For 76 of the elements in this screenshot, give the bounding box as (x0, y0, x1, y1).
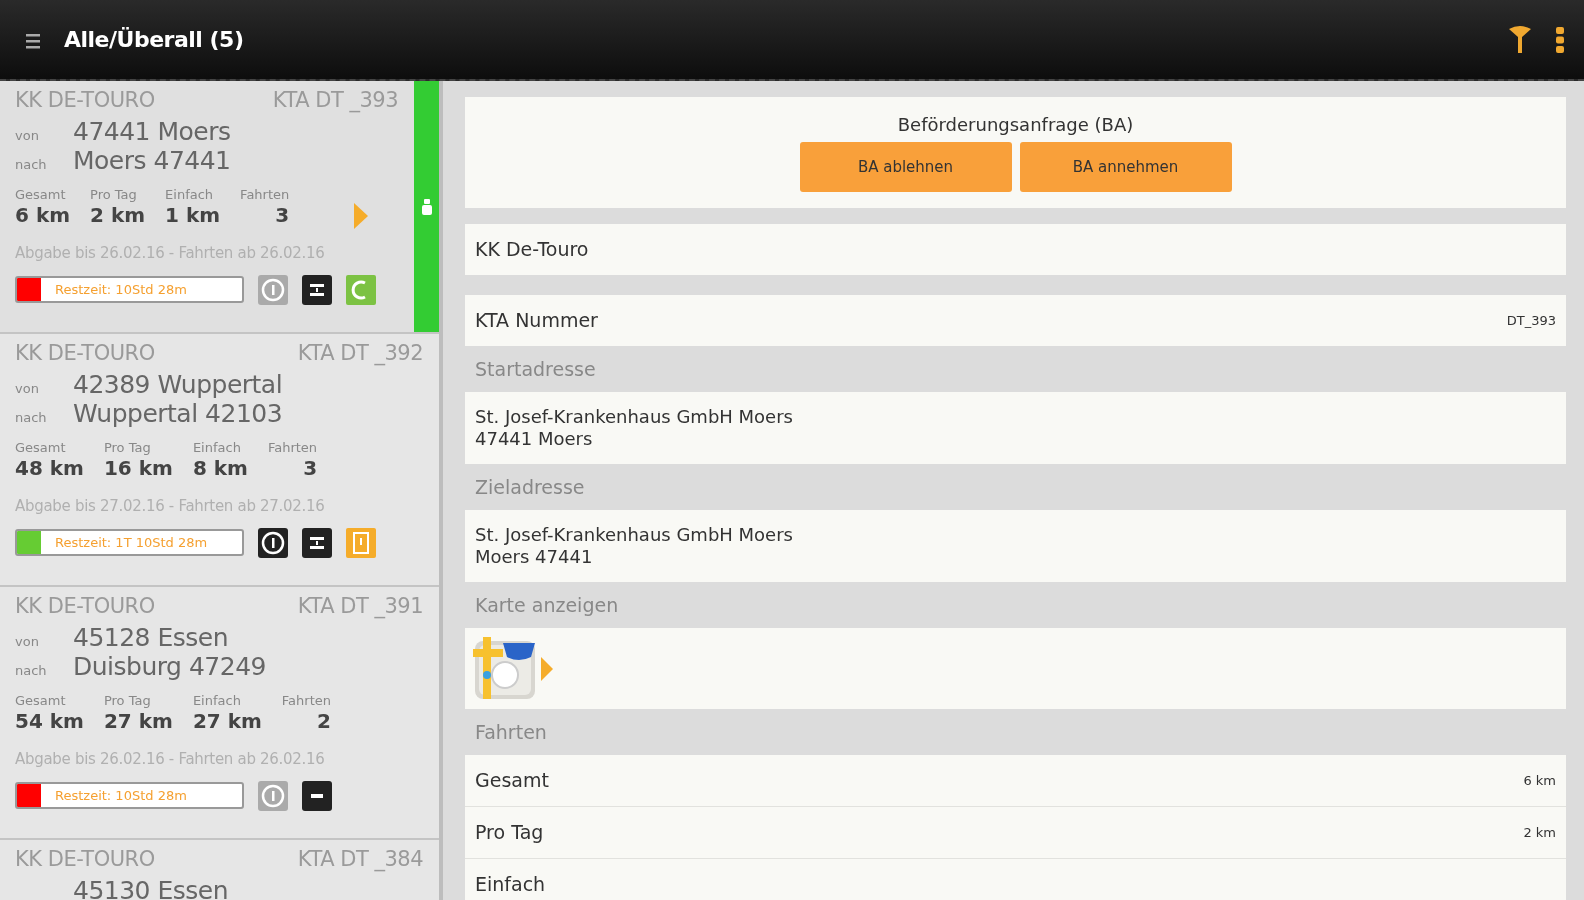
route-label: von (15, 126, 40, 145)
action-button[interactable]: BA annehmen (1019, 142, 1232, 192)
stat-label: Pro Tag (90, 185, 138, 204)
row-value: 2 km (1523, 823, 1556, 842)
field-label: KTA Nummer (475, 308, 598, 334)
row-label: Pro Tag (475, 820, 544, 846)
stat-label: Gesamt (15, 691, 67, 710)
route-place: Wuppertal 42103 (73, 398, 283, 428)
stat-value: 48 km (15, 457, 84, 479)
route-place: Duisburg 47249 (73, 651, 266, 681)
screen-title: Alle/Überall (5) (64, 26, 244, 54)
row-label: Einfach (475, 872, 546, 898)
route-label: nach (15, 155, 48, 174)
address-text: St. Josef-Krankenhaus GmbH Moers 47441 Moers (465, 392, 1566, 464)
stat-label: Fahrten (240, 185, 290, 204)
stat-value: 27 km (103, 710, 173, 732)
stat-label: Einfach (165, 185, 215, 204)
stat-value: 3 (302, 457, 318, 479)
filter-icon[interactable] (1508, 24, 1532, 55)
kta-number: KTA DT _393 (272, 87, 398, 115)
menu-icon[interactable] (26, 32, 40, 50)
route-place: 42389 Wuppertal (73, 369, 283, 399)
route-label: nach (15, 661, 48, 680)
section-heading: Startadresse (474, 356, 597, 382)
stat-value: 1 km (165, 204, 221, 226)
play-icon (354, 203, 368, 229)
insurer-name: KK DE-TOURO (15, 593, 155, 620)
route-place: 45130 Essen (73, 875, 229, 900)
stat-value: 3 (274, 204, 290, 226)
stat-label: Gesamt (15, 438, 67, 457)
kta-number: KTA DT _392 (297, 340, 423, 368)
remaining-time: Restzeit: 10Std 28m (54, 786, 187, 805)
more-icon[interactable] (1556, 26, 1564, 53)
stat-value: 2 (316, 710, 331, 732)
stat-value: 54 km (15, 710, 84, 732)
route-place: 47441 Moers (73, 116, 231, 146)
stat-label: Pro Tag (103, 438, 152, 457)
section-heading: Karte anzeigen (474, 592, 620, 618)
lock-icon (421, 198, 432, 215)
stat-value: 27 km (192, 710, 262, 732)
stat-label: Pro Tag (103, 691, 152, 710)
transfer-icon[interactable] (302, 274, 332, 305)
remaining-time: Restzeit: 1T 10Std 28m (54, 533, 208, 552)
kta-number: KTA DT _384 (297, 846, 423, 874)
stat-label: Einfach (192, 691, 242, 710)
transfer-icon[interactable] (302, 527, 332, 558)
map-icon[interactable] (473, 636, 537, 701)
stat-value: 2 km (90, 204, 146, 226)
minus-icon[interactable] (302, 780, 332, 811)
insurer-name: KK DE-TOURO (15, 87, 155, 114)
action-button[interactable]: BA ablehnen (799, 142, 1012, 192)
insurer-name: KK DE-TOURO (15, 340, 155, 367)
info-icon[interactable] (258, 527, 288, 558)
route-place: 45128 Essen (73, 622, 229, 652)
address-text: St. Josef-Krankenhaus GmbH Moers Moers 47441 (465, 510, 1566, 582)
section-heading: Fahrten (474, 719, 548, 745)
section-heading: Zieladresse (474, 474, 586, 500)
route-label: von (15, 632, 40, 651)
insurer-name: KK DE-TOURO (15, 846, 155, 873)
row-value: 6 km (1523, 771, 1556, 790)
row-label: Gesamt (475, 768, 549, 794)
insurer-name: KK De-Touro (475, 237, 589, 263)
stat-value: 8 km (192, 457, 248, 479)
stat-label: Fahrten (267, 438, 318, 457)
remaining-time: Restzeit: 10Std 28m (54, 280, 187, 299)
field-value: DT_393 (1506, 311, 1556, 330)
request-title: Beförderungsanfrage (BA) (897, 113, 1134, 137)
stat-label: Gesamt (15, 185, 67, 204)
kta-number: KTA DT _391 (297, 593, 423, 621)
route-label: nach (15, 408, 48, 427)
route-place: Moers 47441 (73, 145, 231, 175)
stat-value: 16 km (103, 457, 173, 479)
route-label: von (15, 379, 40, 398)
stat-label: Fahrten (281, 691, 331, 710)
stat-value: 6 km (15, 204, 71, 226)
stat-label: Einfach (192, 438, 242, 457)
